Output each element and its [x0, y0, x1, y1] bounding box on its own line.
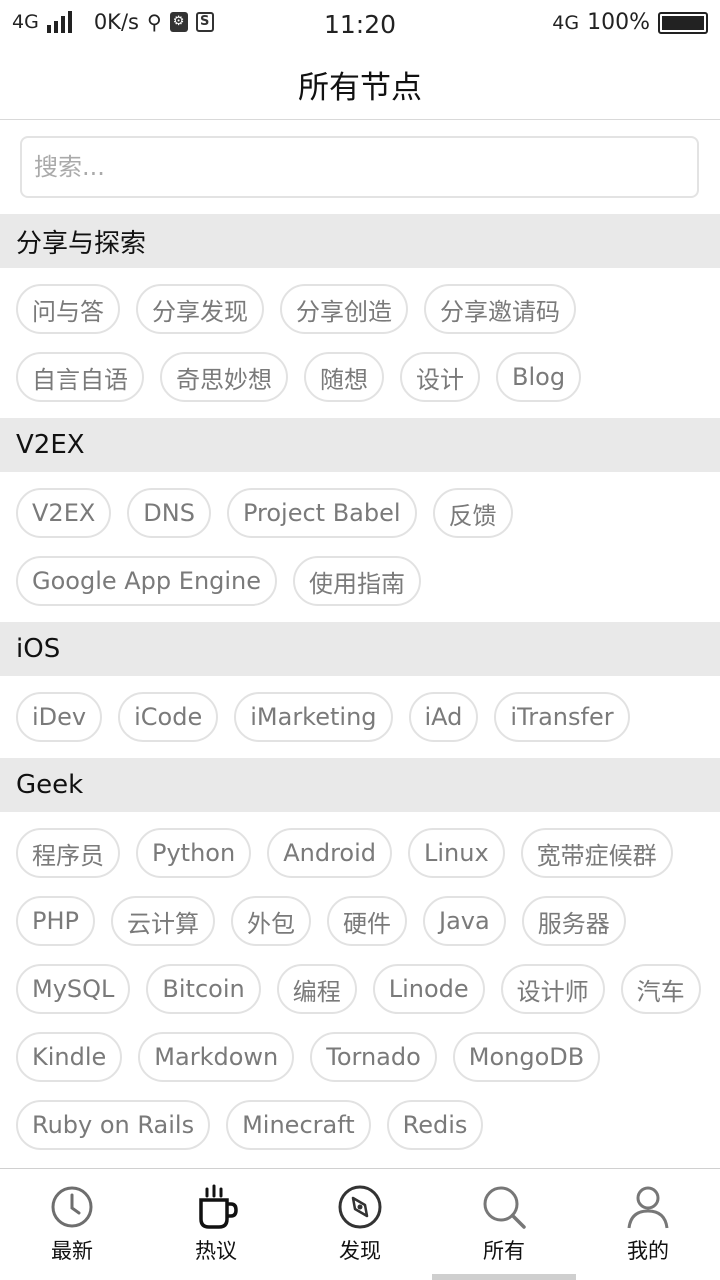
node-tag[interactable]: Google App Engine — [16, 556, 278, 606]
node-tag[interactable]: 外包 — [231, 896, 311, 946]
node-tag[interactable]: 程序员 — [16, 828, 120, 878]
node-tag[interactable]: 奇思妙想 — [160, 352, 288, 402]
battery-percent: 100% — [587, 10, 650, 35]
status-bar: 4G 0K/s ⚲ ⚙ S 11:20 4G 100% — [0, 0, 720, 50]
node-list[interactable]: 分享与探索 问与答 分享发现 分享创造 分享邀请码 自言自语 奇思妙想 随想 设… — [0, 214, 720, 1168]
section-share-explore: 分享与探索 问与答 分享发现 分享创造 分享邀请码 自言自语 奇思妙想 随想 设… — [0, 214, 720, 418]
tab-label: 发现 — [339, 1239, 381, 1263]
tag-list: V2EX DNS Project Babel 反馈 Google App Eng… — [0, 472, 720, 622]
node-tag[interactable]: 云计算 — [111, 896, 215, 946]
section-v2ex: V2EX V2EX DNS Project Babel 反馈 Google Ap… — [0, 418, 720, 622]
clock-icon — [51, 1186, 93, 1228]
node-tag[interactable]: 问与答 — [16, 284, 120, 334]
compass-icon — [338, 1185, 382, 1229]
node-tag[interactable]: 设计 — [400, 352, 480, 402]
node-tag[interactable]: 反馈 — [432, 488, 513, 538]
node-tag[interactable]: MongoDB — [452, 1032, 601, 1082]
node-tag[interactable]: 编程 — [276, 964, 357, 1014]
node-tag[interactable]: Bitcoin — [146, 964, 261, 1014]
page-title-bar: 所有节点 — [0, 50, 720, 120]
section-header: V2EX — [0, 418, 720, 472]
node-tag[interactable]: 硬件 — [327, 896, 407, 946]
node-tag[interactable]: Java — [423, 896, 506, 946]
node-tag[interactable]: 自言自语 — [16, 352, 144, 402]
node-tag[interactable]: 随想 — [304, 352, 384, 402]
node-tag[interactable]: Python — [136, 828, 252, 878]
node-tag[interactable]: 设计师 — [500, 964, 605, 1014]
tab-label: 所有 — [483, 1239, 525, 1263]
section-geek: Geek 程序员 Python Android Linux 宽带症候群 PHP … — [0, 758, 720, 1166]
node-tag[interactable]: 分享邀请码 — [424, 284, 576, 334]
tab-label: 最新 — [51, 1239, 93, 1263]
search-area — [0, 121, 720, 214]
tab-all[interactable]: 所有 — [432, 1169, 576, 1280]
section-header: 分享与探索 — [0, 214, 720, 268]
node-tag[interactable]: Tornado — [310, 1032, 437, 1082]
user-icon — [627, 1186, 669, 1229]
node-tag[interactable]: 分享发现 — [136, 284, 264, 334]
node-tag[interactable]: Project Babel — [226, 488, 417, 538]
bottom-tab-bar: 最新 热议 发现 所有 我的 — [0, 1168, 720, 1280]
status-right: 4G 100% — [552, 10, 708, 35]
tab-discover[interactable]: 发现 — [288, 1169, 432, 1280]
battery-icon — [658, 11, 708, 34]
coffee-cup-icon — [199, 1184, 238, 1229]
node-tag[interactable]: 宽带症候群 — [520, 828, 673, 878]
tag-list: 问与答 分享发现 分享创造 分享邀请码 自言自语 奇思妙想 随想 设计 Blog — [0, 268, 720, 418]
section-ios: iOS iDev iCode iMarketing iAd iTransfer — [0, 622, 720, 758]
tab-hot[interactable]: 热议 — [144, 1169, 288, 1280]
tab-label: 热议 — [195, 1239, 237, 1263]
node-tag[interactable]: Linode — [372, 964, 485, 1014]
node-tag[interactable]: DNS — [127, 488, 211, 538]
node-tag[interactable]: 汽车 — [620, 964, 701, 1014]
node-tag[interactable]: iTransfer — [494, 692, 630, 742]
tag-list: 程序员 Python Android Linux 宽带症候群 PHP 云计算 外… — [0, 812, 720, 1166]
page-title: 所有节点 — [298, 70, 422, 106]
node-tag[interactable]: Minecraft — [226, 1100, 371, 1150]
node-tag[interactable]: Redis — [386, 1100, 484, 1150]
tab-mine[interactable]: 我的 — [576, 1169, 720, 1280]
network-type-right: 4G — [552, 11, 580, 34]
node-tag[interactable]: iAd — [408, 692, 479, 742]
node-tag[interactable]: PHP — [16, 896, 95, 946]
node-tag[interactable]: Linux — [408, 828, 505, 878]
node-tag[interactable]: Android — [267, 828, 392, 878]
tag-list: iDev iCode iMarketing iAd iTransfer — [0, 676, 720, 758]
node-tag[interactable]: Markdown — [138, 1032, 295, 1082]
tab-latest[interactable]: 最新 — [0, 1169, 144, 1280]
node-tag[interactable]: iDev — [16, 692, 103, 742]
node-tag[interactable]: Blog — [496, 352, 582, 402]
section-header: Geek — [0, 758, 720, 812]
node-tag[interactable]: 服务器 — [521, 896, 626, 946]
node-tag[interactable]: iCode — [118, 692, 219, 742]
tab-label: 我的 — [627, 1239, 669, 1263]
search-input[interactable] — [20, 136, 699, 198]
home-indicator — [432, 1274, 576, 1280]
node-tag[interactable]: 使用指南 — [293, 556, 422, 606]
search-icon — [483, 1186, 526, 1229]
node-tag[interactable]: MySQL — [16, 964, 131, 1014]
node-tag[interactable]: iMarketing — [234, 692, 393, 742]
node-tag[interactable]: Kindle — [16, 1032, 123, 1082]
node-tag[interactable]: Ruby on Rails — [16, 1100, 211, 1150]
section-header: iOS — [0, 622, 720, 676]
node-tag[interactable]: V2EX — [16, 488, 112, 538]
node-tag[interactable]: 分享创造 — [280, 284, 408, 334]
